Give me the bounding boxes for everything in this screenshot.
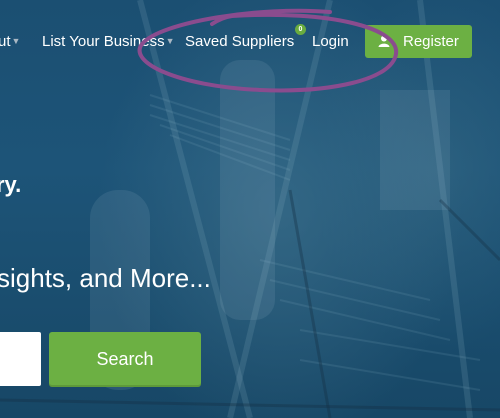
search-button[interactable]: Search bbox=[49, 332, 201, 387]
register-button[interactable]: Register bbox=[365, 25, 472, 58]
nav-item-saved-suppliers[interactable]: Saved Suppliers bbox=[185, 33, 294, 50]
search-input[interactable] bbox=[0, 332, 41, 386]
register-button-label: Register bbox=[403, 33, 459, 50]
caret-down-icon: ▼ bbox=[11, 36, 21, 46]
user-icon bbox=[378, 35, 390, 47]
caret-down-icon: ▼ bbox=[165, 36, 175, 46]
nav-item-saved-suppliers-label: Saved Suppliers bbox=[185, 33, 295, 50]
top-navigation: ut▼ List Your Business▼ Saved Suppliers … bbox=[0, 0, 500, 84]
nav-item-about[interactable]: ut▼ bbox=[0, 33, 20, 50]
nav-item-about-label: ut bbox=[0, 33, 11, 50]
hero-section: ut▼ List Your Business▼ Saved Suppliers … bbox=[0, 0, 500, 418]
nav-item-login[interactable]: Login bbox=[312, 33, 349, 50]
nav-item-list-your-business[interactable]: List Your Business▼ bbox=[42, 33, 175, 50]
nav-item-list-your-business-label: List Your Business bbox=[42, 33, 165, 50]
nav-item-login-label: Login bbox=[312, 33, 349, 50]
hero-subline: sights, and More... bbox=[0, 263, 211, 293]
saved-suppliers-count-badge: 0 bbox=[295, 24, 306, 35]
hero-tagline: ry. bbox=[0, 172, 22, 197]
